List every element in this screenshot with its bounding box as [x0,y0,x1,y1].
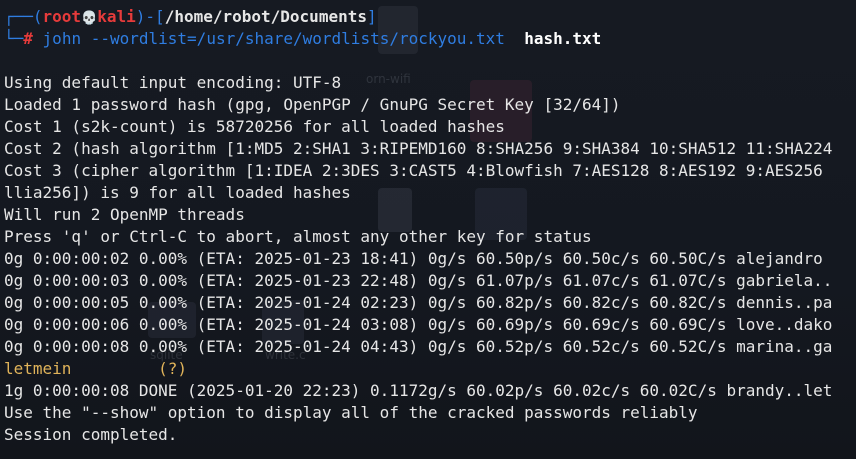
cracked-password: letmein [4,359,72,378]
prompt-box-top: ┌──( [4,7,43,26]
prompt-hash: # [23,29,33,48]
status-line: 0g 0:00:00:06 0.00% (ETA: 2025-01-24 03:… [4,315,833,334]
status-line: 0g 0:00:00:02 0.00% (ETA: 2025-01-23 18:… [4,249,823,268]
prompt-host: kali [97,7,136,26]
status-line: 0g 0:00:00:05 0.00% (ETA: 2025-01-24 02:… [4,293,833,312]
command-name: john [42,29,82,48]
done-line: 1g 0:00:00:08 DONE (2025-01-20 22:23) 0.… [4,381,833,400]
output-line: Will run 2 OpenMP threads [4,205,245,224]
cracked-hint: (?) [158,359,188,378]
output-line: Using default input encoding: UTF-8 [4,73,342,92]
status-line: 0g 0:00:00:08 0.00% (ETA: 2025-01-24 04:… [4,337,833,356]
output-line: Cost 3 (cipher algorithm [1:IDEA 2:3DES … [4,161,823,180]
output-line: Cost 2 (hash algorithm [1:MD5 2:SHA1 3:R… [4,139,833,158]
output-line: Press 'q' or Ctrl-C to abort, almost any… [4,227,592,246]
output-line: Loaded 1 password hash (gpg, OpenPGP / G… [4,95,621,114]
prompt-line: ┌──(root💀kali)-[/home/robot/Documents] [4,6,856,28]
status-line: 0g 0:00:00:03 0.00% (ETA: 2025-01-23 22:… [4,271,833,290]
prompt-path: /home/robot/Documents [164,7,367,26]
prompt-separator: )-[ [135,7,165,26]
prompt-user: root [42,7,82,26]
command-target-file: hash.txt [524,29,602,48]
prompt-box-bottom: └─ [4,29,24,48]
command-wordlist-arg: --wordlist=/usr/share/wordlists/rockyou.… [90,29,505,48]
cracked-line: letmein (?) [4,358,856,380]
terminal-window[interactable]: orn-wifi sqlite write.c ┌──(root💀kali)-[… [0,0,856,459]
output-line: Cost 1 (s2k-count) is 58720256 for all l… [4,117,505,136]
output-line: llia256]) is 9 for all loaded hashes [4,183,351,202]
skull-icon: 💀 [81,11,98,26]
session-line: Session completed. [4,425,178,444]
command-line[interactable]: └─# john --wordlist=/usr/share/wordlists… [4,28,856,50]
terminal-output[interactable]: ┌──(root💀kali)-[/home/robot/Documents] └… [4,6,856,446]
show-hint-line: Use the "--show" option to display all o… [4,403,698,422]
prompt-box-end: ] [366,7,377,26]
